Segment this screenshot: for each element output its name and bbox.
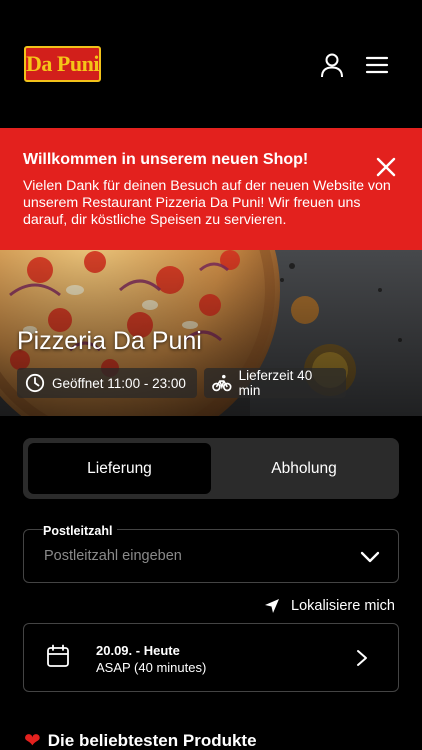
clock-icon <box>25 373 45 393</box>
banner-text: Vielen Dank für deinen Besuch auf der ne… <box>23 178 391 228</box>
chevron-down-icon[interactable] <box>360 550 380 564</box>
banner-title: Willkommen in unserem neuen Shop! <box>23 151 309 168</box>
delivery-time-text: Lieferzeit 40 min <box>238 368 313 398</box>
popular-products-title: Die beliebtesten Produkte <box>47 731 257 750</box>
location-arrow-icon <box>265 599 279 613</box>
schedule-date: 20.09. - Heute <box>96 643 180 658</box>
delivery-time-badge: Lieferzeit 40 min <box>204 368 346 398</box>
close-icon[interactable] <box>375 156 397 178</box>
schedule-selector[interactable]: 20.09. - Heute ASAP (40 minutes) <box>23 623 399 692</box>
heart-icon: ❤ <box>24 730 41 750</box>
logo[interactable]: Da Puni <box>24 46 101 82</box>
popular-products-heading: ❤ Die beliebtesten Produkte <box>24 731 257 750</box>
bicycle-icon <box>212 374 232 392</box>
calendar-icon <box>47 644 69 667</box>
schedule-time: ASAP (40 minutes) <box>96 660 207 675</box>
opening-hours-badge: Geöffnet 11:00 - 23:00 <box>17 368 197 398</box>
delivery-option[interactable]: Lieferung <box>28 443 211 494</box>
postal-code-label: Postleitzahl <box>43 524 118 538</box>
order-mode-toggle: Lieferung Abholung <box>23 438 399 499</box>
welcome-banner: Willkommen in unserem neuen Shop! Vielen… <box>0 128 422 250</box>
user-icon[interactable] <box>319 52 345 78</box>
menu-icon[interactable] <box>364 52 390 78</box>
opening-hours-text: Geöffnet 11:00 - 23:00 <box>52 375 186 391</box>
logo-text: Da Puni <box>26 51 99 76</box>
hero-image: Pizzeria Da Puni Geöffnet 11:00 - 23:00 … <box>0 250 422 416</box>
pickup-option[interactable]: Abholung <box>214 443 394 494</box>
postal-code-input[interactable] <box>44 548 344 564</box>
chevron-right-icon <box>357 650 367 666</box>
locate-me-button[interactable]: Lokalisiere mich <box>264 598 395 614</box>
locate-me-label: Lokalisiere mich <box>291 598 395 614</box>
app-header: Da Puni <box>0 0 422 128</box>
restaurant-name: Pizzeria Da Puni <box>17 327 202 355</box>
